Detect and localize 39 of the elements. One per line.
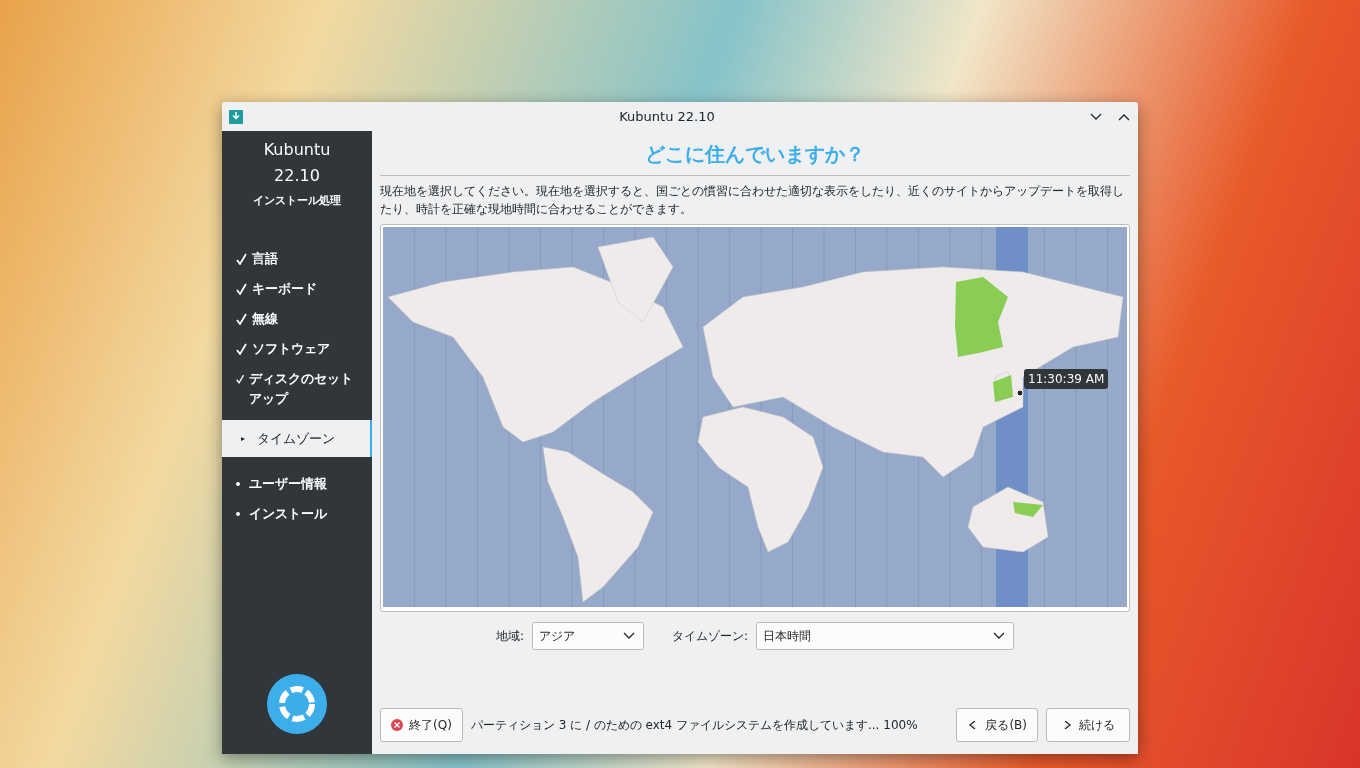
- installer-icon: [228, 108, 244, 125]
- version-label: 22.10: [273, 166, 321, 185]
- sidebar-subtitle: インストール処理: [252, 193, 342, 208]
- page-description: 現在地を選択してください。現在地を選択すると、国ごとの慣習に合わせた適切な表示をしたり、近くのサイトからアップデートを取得したり、時計を正確な現地時間に合わせることができます。: [380, 183, 1125, 218]
- step-item: ユーザー情報: [222, 469, 372, 499]
- check-icon: [236, 313, 247, 325]
- page-heading: どこに住んでいますか？: [380, 131, 1130, 176]
- timezone-label: タイムゾーン:: [672, 627, 749, 645]
- bullet-icon: [236, 512, 240, 516]
- brand-name: Kubuntu: [262, 140, 332, 159]
- next-button[interactable]: 続ける: [1046, 708, 1130, 742]
- step-item: インストール: [222, 499, 372, 529]
- step-item: ディスクのセットアップ: [222, 364, 372, 414]
- dropdown-icon: [993, 632, 1006, 640]
- window-title: Kubuntu 22.10: [618, 109, 716, 124]
- maximize-icon: [1118, 112, 1130, 121]
- time-tooltip: 11:30:39 AM: [1024, 369, 1109, 389]
- check-icon: [236, 253, 247, 265]
- kubuntu-logo-icon: [267, 674, 327, 734]
- check-icon: [236, 373, 245, 385]
- step-item: タイムゾーン: [222, 420, 372, 457]
- region-label: 地域:: [495, 627, 524, 645]
- check-icon: [236, 343, 247, 355]
- region-dropdown[interactable]: アジア: [532, 622, 644, 650]
- close-icon: [391, 719, 403, 731]
- check-icon: [236, 283, 247, 295]
- timezone-dropdown[interactable]: 日本時間: [756, 622, 1015, 650]
- step-item: 言語: [222, 244, 372, 274]
- minimize-icon: [1090, 112, 1102, 121]
- step-item: キーボード: [222, 274, 372, 304]
- step-item: ソフトウェア: [222, 334, 372, 364]
- back-button[interactable]: 戻る(B): [956, 708, 1038, 742]
- step-item: 無線: [222, 304, 372, 334]
- status-message: パーティション 3 に / のための ext4 ファイルシステムを作成しています... 100%: [470, 716, 919, 734]
- dropdown-icon: [623, 632, 635, 640]
- world-map-drawing[interactable]: [383, 227, 1127, 607]
- quit-button[interactable]: 終了(Q): [380, 708, 463, 742]
- arrow-icon: [240, 436, 246, 442]
- bullet-icon: [236, 482, 240, 486]
